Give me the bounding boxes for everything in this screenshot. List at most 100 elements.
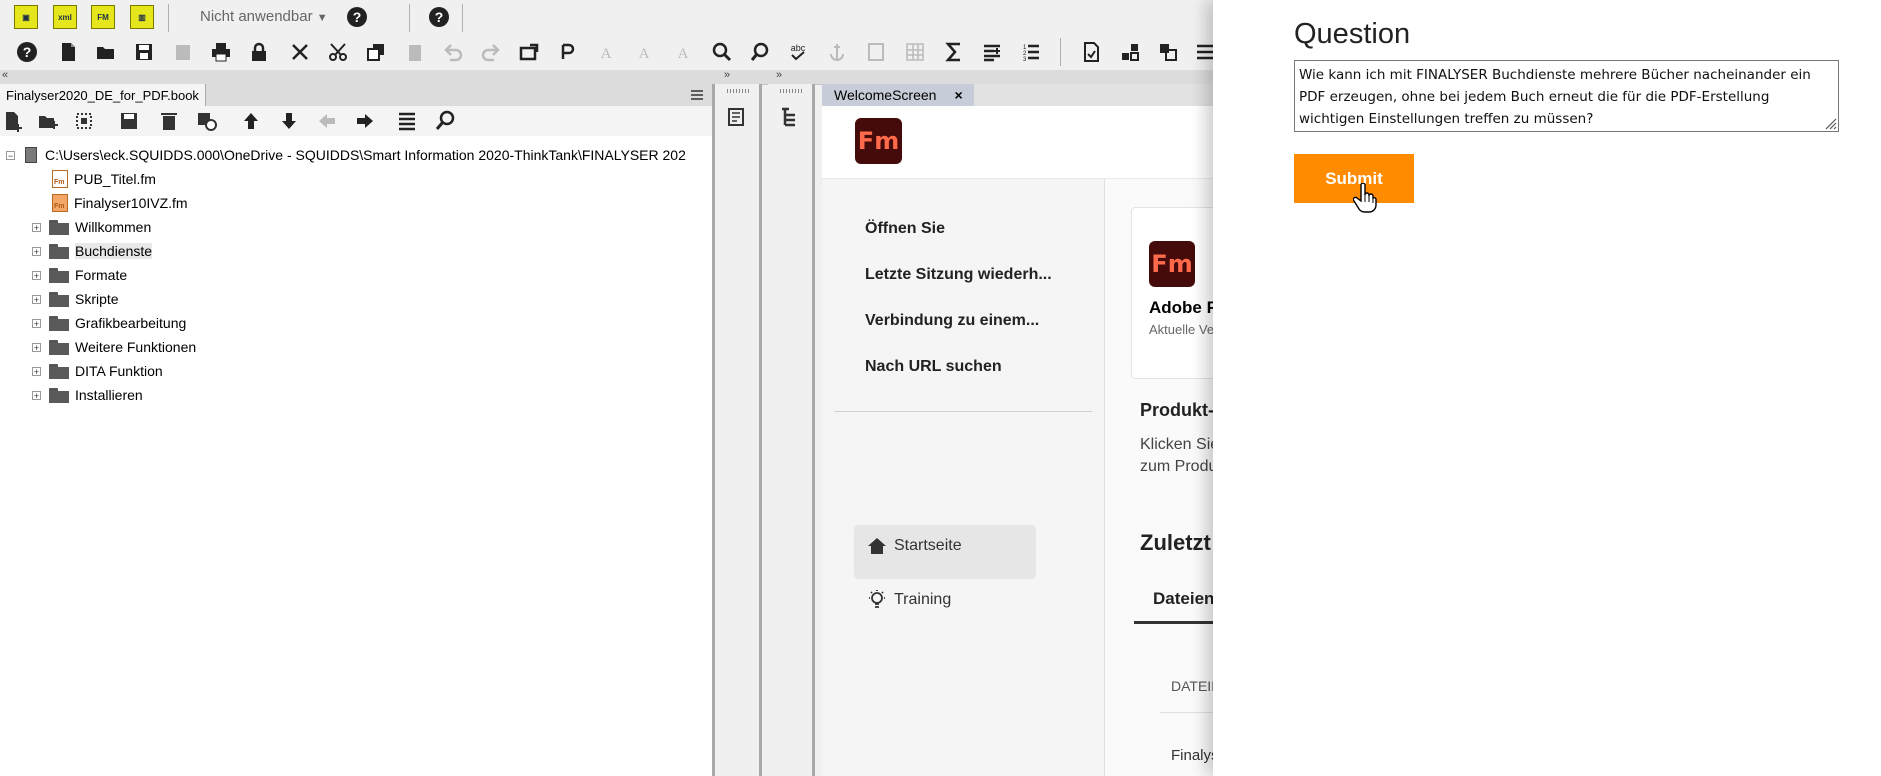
resize-handle-icon[interactable] xyxy=(1823,116,1837,130)
expand-icon[interactable]: + xyxy=(32,342,41,352)
tree-folder-item[interactable]: + Installieren xyxy=(32,384,143,406)
move-left-icon[interactable] xyxy=(314,108,340,134)
paragraph-catalog-icon[interactable] xyxy=(724,104,750,130)
move-down-icon[interactable] xyxy=(276,108,302,134)
spell-check-icon[interactable]: abc xyxy=(785,39,811,65)
panel-grip[interactable] xyxy=(727,89,751,93)
tree-folder-item[interactable]: + Willkommen xyxy=(32,216,151,238)
insert-variable-icon[interactable] xyxy=(979,39,1005,65)
print-icon[interactable] xyxy=(208,39,234,65)
welcome-tab[interactable]: WelcomeScreen × xyxy=(822,84,974,106)
panel-menu-icon[interactable] xyxy=(690,88,704,100)
move-right-icon[interactable] xyxy=(352,108,378,134)
expand-icon[interactable]: + xyxy=(32,270,41,280)
layout-icon[interactable]: ▥ xyxy=(130,5,154,29)
undo-icon[interactable] xyxy=(440,39,466,65)
find-icon[interactable] xyxy=(709,39,735,65)
close-icon[interactable]: × xyxy=(954,87,962,103)
sidebar-item-training[interactable]: Training xyxy=(866,589,951,611)
expand-icon[interactable]: + xyxy=(32,366,41,376)
fm-icon[interactable]: FM xyxy=(91,5,115,29)
tree-file-item[interactable]: Fm Finalyser10IVZ.fm xyxy=(52,192,188,214)
tree-folder-item[interactable]: + Grafikbearbeitung xyxy=(32,312,186,334)
list-view-icon[interactable] xyxy=(394,108,420,134)
help-icon[interactable]: ? xyxy=(14,39,40,65)
product-card[interactable]: Fm Adobe F Aktuelle Ve xyxy=(1131,207,1213,379)
add-file-icon[interactable] xyxy=(0,108,26,134)
recent-file-row[interactable]: Finalys xyxy=(1171,747,1213,764)
tree-folder-item[interactable]: + DITA Funktion xyxy=(32,360,163,382)
open-icon[interactable] xyxy=(93,39,119,65)
search-icon[interactable] xyxy=(432,108,458,134)
sidebar-item-home[interactable]: Startseite xyxy=(866,535,962,557)
cut-icon[interactable] xyxy=(325,39,351,65)
table-icon[interactable] xyxy=(902,39,928,65)
restore-session-link[interactable]: Letzte Sitzung wiederh... xyxy=(865,266,1052,284)
panel-grip[interactable] xyxy=(780,89,804,93)
structure-view-icon[interactable] xyxy=(777,104,803,130)
open-link[interactable]: Öffnen Sie xyxy=(865,220,945,238)
close-icon[interactable] xyxy=(287,39,313,65)
expand-icon[interactable]: + xyxy=(32,390,41,400)
hand-cursor-icon xyxy=(1353,183,1377,213)
tree-folder-item[interactable]: + Skripte xyxy=(32,288,119,310)
list-icon[interactable]: 123 xyxy=(1018,39,1044,65)
url-search-link[interactable]: Nach URL suchen xyxy=(865,358,1002,376)
conditional-icon[interactable] xyxy=(1117,39,1143,65)
expand-icon[interactable]: + xyxy=(32,246,41,256)
connect-link[interactable]: Verbindung zu einem... xyxy=(865,312,1039,330)
import-icon[interactable] xyxy=(516,39,542,65)
save-as-icon[interactable] xyxy=(170,39,196,65)
anchor-icon[interactable] xyxy=(824,39,850,65)
redo-icon[interactable] xyxy=(478,39,504,65)
tree-file-item[interactable]: Fm PUB_Titel.fm xyxy=(52,168,156,190)
add-group-icon[interactable] xyxy=(72,108,98,134)
para-format-icon[interactable]: A xyxy=(631,39,657,65)
xref-icon[interactable] xyxy=(1078,39,1104,65)
expand-icon[interactable]: + xyxy=(32,222,41,232)
apply-dropdown[interactable]: Nicht anwendbar ▼ xyxy=(200,8,328,25)
structure-view-panel xyxy=(768,84,815,776)
sum-icon[interactable] xyxy=(941,39,967,65)
fm-file-icon: Fm xyxy=(52,170,68,188)
book-tab[interactable]: Finalyser2020_DE_for_PDF.book xyxy=(0,84,206,106)
pgf-icon[interactable]: A xyxy=(670,39,696,65)
expand-icon[interactable]: + xyxy=(32,318,41,328)
collapse-right-icon[interactable]: » xyxy=(724,69,730,81)
collapse-left-icon[interactable]: « xyxy=(2,69,8,81)
tree-root[interactable]: − C:\Users\eck.SQUIDDS.000\OneDrive - SQ… xyxy=(6,144,686,166)
collapse-icon[interactable]: − xyxy=(6,150,15,160)
tree-folder-item[interactable]: + Weitere Funktionen xyxy=(32,336,196,358)
paste-icon[interactable] xyxy=(402,39,428,65)
save-icon[interactable] xyxy=(131,39,157,65)
question-textarea[interactable]: Wie kann ich mit FINALYSER Buchdienste m… xyxy=(1294,60,1839,132)
char-format-icon[interactable]: A xyxy=(593,39,619,65)
hyperlink-icon[interactable] xyxy=(1155,39,1181,65)
help-icon[interactable]: ? xyxy=(347,7,367,27)
lock-icon[interactable] xyxy=(246,39,272,65)
fm-logo: Fm xyxy=(855,118,902,164)
expand-icon[interactable]: + xyxy=(32,294,41,304)
move-up-icon[interactable] xyxy=(238,108,264,134)
tree-folder-item[interactable]: + Buchdienste xyxy=(32,240,153,262)
help-icon-2[interactable]: ? xyxy=(429,7,449,27)
save-book-icon[interactable] xyxy=(116,108,142,134)
files-tab[interactable]: Dateien xyxy=(1153,589,1213,609)
update-book-icon[interactable] xyxy=(194,108,220,134)
frame-icon[interactable]: ▣ xyxy=(14,5,38,29)
insert-frame-icon[interactable] xyxy=(863,39,889,65)
folder-icon xyxy=(49,315,69,331)
column-header[interactable]: DATEIN xyxy=(1171,678,1213,694)
redo-alt-icon[interactable] xyxy=(555,39,581,65)
xml-icon[interactable]: xml xyxy=(53,5,77,29)
root-path: C:\Users\eck.SQUIDDS.000\OneDrive - SQUI… xyxy=(45,147,686,163)
dropdown-value: Nicht anwendbar xyxy=(200,8,313,25)
add-folder-icon[interactable] xyxy=(35,108,61,134)
copy-icon[interactable] xyxy=(363,39,389,65)
delete-icon[interactable] xyxy=(156,108,182,134)
find-next-icon[interactable] xyxy=(747,39,773,65)
collapse-right-icon-2[interactable]: » xyxy=(776,69,782,81)
new-icon[interactable] xyxy=(55,39,81,65)
structure-icon[interactable] xyxy=(1192,39,1213,65)
tree-folder-item[interactable]: + Formate xyxy=(32,264,127,286)
